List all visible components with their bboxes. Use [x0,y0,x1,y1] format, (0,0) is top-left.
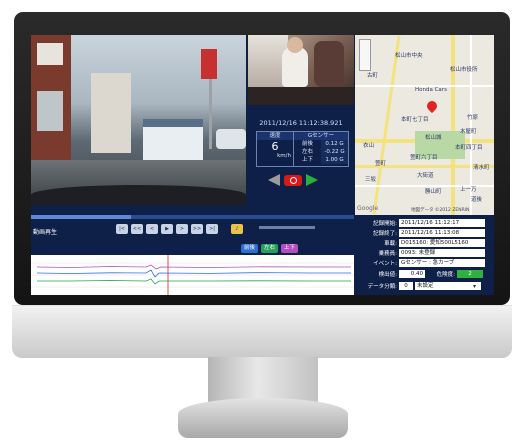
graph-axis-buttons: 前後 左右 上下 [241,244,299,253]
record-end-field: 2011/12/16 11:13:08 [399,229,485,237]
map-copyright: 地図データ ©2012 ZENRIN [411,208,470,213]
map-view[interactable]: 松山市中央 松山市役所 Honda Cars 本町七丁目 木屋町 衣山 萱町六丁… [355,35,494,215]
record-start-field: 2011/12/16 11:12:17 [399,219,485,227]
fast-forward-button[interactable]: >> [191,224,203,234]
axis-button-front-back[interactable]: 前後 [241,244,259,253]
info-row-classify: データ分類: 0 未設定 ▾ [357,282,481,290]
g-sensor-graph[interactable] [31,255,354,295]
next-event-arrow-icon[interactable] [306,174,318,186]
front-camera-video[interactable] [31,35,246,205]
record-circle-icon [289,176,297,184]
g-sensor-box: Gセンサー 前後 0.12 G 左右 -0.22 G 上下 1.00 G [293,131,349,167]
speed-label: 速度 [269,133,281,139]
classify-code-field: 0 [399,282,413,290]
monitor-chin [12,305,512,358]
stop-button[interactable] [284,174,302,186]
skip-end-button[interactable]: >| [206,224,218,234]
transport-buttons: |< << < ▶ > >> >| ♪ [116,224,243,234]
info-row-vehicle: 車載: D015160: 愛知500L5160 [357,239,485,247]
volume-icon[interactable]: ♪ [231,224,243,234]
video-timestamp: 2011/12/16 11:12:38.921 [259,119,343,127]
google-logo: Google [357,205,379,212]
event-field: Gセンサー : 急カーブ [399,259,485,267]
g-sensor-label: Gセンサー [307,133,335,139]
rewind-button[interactable]: << [131,224,143,234]
speed-unit: km/h [277,153,291,159]
classify-select[interactable]: 未設定 [415,282,481,290]
info-row-start: 記録開始: 2011/12/16 11:12:17 [357,219,485,227]
step-forward-button[interactable]: > [176,224,188,234]
chevron-down-icon: ▾ [473,282,477,290]
app-screen: 2011/12/16 11:12:38.921 速度 6 km/h Gセンサー … [31,35,494,295]
info-row-event: イベント: Gセンサー : 急カーブ [357,259,485,267]
telemetry-panel: 2011/12/16 11:12:38.921 速度 6 km/h Gセンサー … [248,105,354,215]
g-row-front-back: 前後 0.12 G [294,140,348,148]
play-button[interactable]: ▶ [161,224,173,234]
previous-event-arrow-icon[interactable] [268,174,280,186]
event-navigation [268,173,318,187]
cabin-camera-video[interactable] [248,35,354,105]
monitor-stand-base [178,398,348,438]
video-play-label: 動画再生 [33,229,58,236]
skip-start-button[interactable]: |< [116,224,128,234]
record-info-panel: 記録開始: 2011/12/16 11:12:17 記録終了: 2011/12/… [355,215,494,295]
detect-value-field: 0.40 [399,270,425,278]
info-row-crew: 乗務員: 0093: 未登録 [357,249,485,257]
g-row-left-right: 左右 -0.22 G [294,148,348,156]
speed-value: 6 [271,140,279,153]
g-row-up-down: 上下 1.00 G [294,156,348,164]
step-back-button[interactable]: < [146,224,158,234]
playback-controls: 動画再生 |< << < ▶ > >> >| ♪ [31,205,354,255]
info-row-detect: 検出値: 0.40 危険度: 2 [357,270,483,278]
danger-level-badge: 2 [457,270,483,278]
crew-field: 0093: 未登録 [399,249,485,257]
vehicle-field: D015160: 愛知500L5160 [399,239,485,247]
axis-button-up-down[interactable]: 上下 [281,244,299,253]
map-zoom-control[interactable] [359,39,371,71]
timeline-progress [31,215,132,219]
volume-slider[interactable] [259,226,315,229]
speed-box: 速度 6 km/h [256,131,294,167]
axis-button-left-right[interactable]: 左右 [261,244,279,253]
info-row-end: 記録終了: 2011/12/16 11:13:08 [357,229,485,237]
vehicle-location-pin-icon[interactable] [424,98,440,114]
